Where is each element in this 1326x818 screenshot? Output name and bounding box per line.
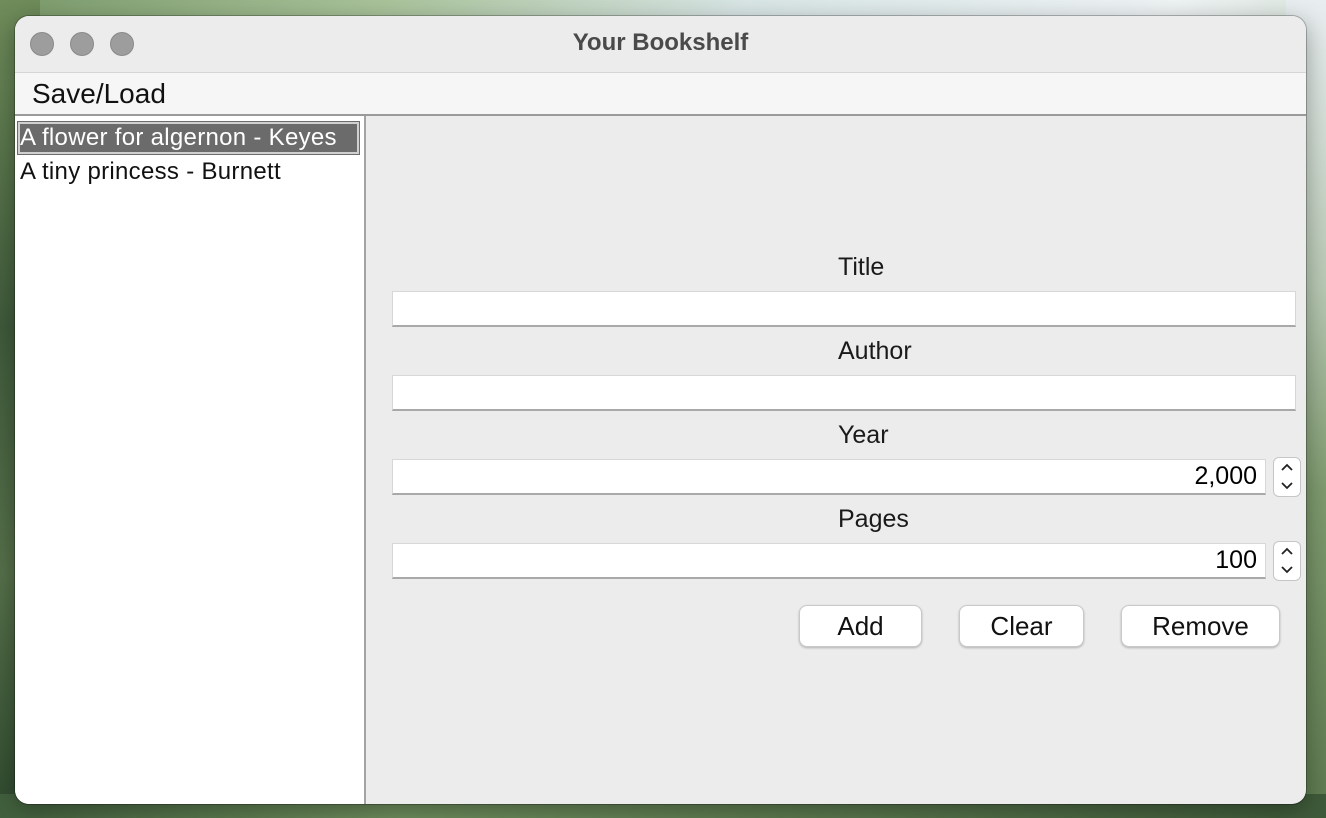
title-label: Title: [838, 253, 885, 281]
app-window: Your Bookshelf Save/Load A flower for al…: [15, 16, 1306, 804]
book-list[interactable]: A flower for algernon - Keyes A tiny pri…: [15, 116, 366, 804]
menu-bar: Save/Load: [15, 73, 1306, 116]
title-input[interactable]: [392, 291, 1296, 327]
book-list-item[interactable]: A tiny princess - Burnett: [17, 155, 281, 189]
author-label: Author: [838, 337, 912, 365]
book-list-item[interactable]: A flower for algernon - Keyes: [17, 121, 360, 155]
menu-save-load[interactable]: Save/Load: [32, 78, 166, 110]
year-label: Year: [838, 421, 889, 449]
chevron-down-icon[interactable]: [1274, 477, 1300, 496]
pages-label: Pages: [838, 505, 909, 533]
window-title: Your Bookshelf: [572, 29, 749, 56]
pages-input[interactable]: [392, 543, 1266, 579]
pages-spinner: [1273, 541, 1301, 581]
title-bar: Your Bookshelf: [15, 16, 1306, 73]
year-input[interactable]: [392, 459, 1266, 495]
year-spinner: [1273, 457, 1301, 497]
clear-button[interactable]: Clear: [959, 605, 1084, 647]
chevron-up-icon[interactable]: [1274, 542, 1300, 561]
remove-button[interactable]: Remove: [1121, 605, 1280, 647]
chevron-down-icon[interactable]: [1274, 561, 1300, 580]
add-button[interactable]: Add: [799, 605, 922, 647]
chevron-up-icon[interactable]: [1274, 458, 1300, 477]
author-input[interactable]: [392, 375, 1296, 411]
